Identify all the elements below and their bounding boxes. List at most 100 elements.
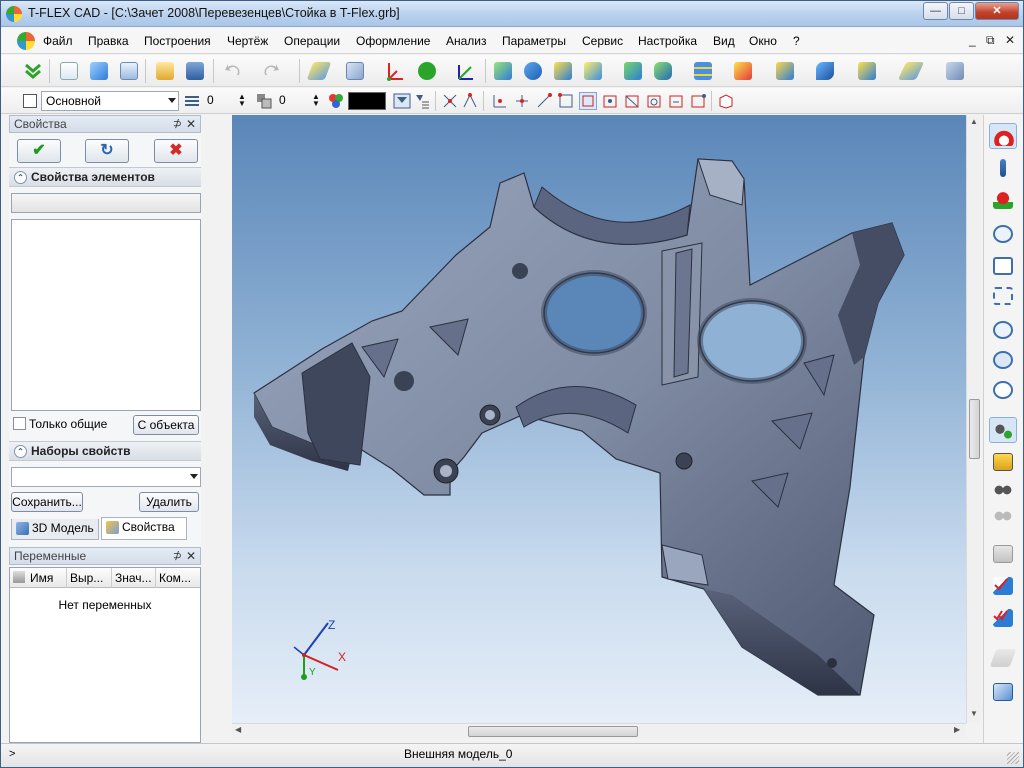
3d-snap-icon[interactable]: [717, 92, 735, 110]
collapse-sets-icon[interactable]: ⌃: [14, 445, 27, 458]
snap-3-icon[interactable]: [491, 92, 509, 110]
minimize-button[interactable]: —: [923, 2, 948, 20]
rotation-icon[interactable]: [521, 59, 545, 83]
scroll-up-icon[interactable]: ▲: [970, 117, 978, 126]
confirm-icon[interactable]: [21, 59, 45, 83]
zoom-3d-icon[interactable]: [989, 477, 1017, 503]
zoom-in-icon[interactable]: [989, 317, 1017, 343]
plane-view-icon[interactable]: [989, 645, 1017, 671]
priority-spinner[interactable]: ▲ ▼: [311, 93, 321, 108]
close-panel-icon[interactable]: ✕: [186, 116, 196, 132]
from-object-button[interactable]: С объекта: [133, 415, 199, 435]
refresh-button[interactable]: ↻: [85, 139, 129, 163]
property-set-combo[interactable]: [11, 467, 201, 487]
col-name[interactable]: Имя: [30, 571, 53, 585]
horizontal-scrollbar[interactable]: ◀ ▶: [232, 723, 966, 738]
new-document-icon[interactable]: [57, 59, 81, 83]
collapse-icon[interactable]: ⌃: [14, 171, 27, 184]
3d-node-icon[interactable]: [343, 59, 367, 83]
magnet-snap-icon[interactable]: [989, 123, 1017, 149]
tflex-logo-icon[interactable]: [6, 6, 22, 22]
array-icon[interactable]: [691, 59, 715, 83]
snap-10-icon[interactable]: [645, 92, 663, 110]
close-variables-icon[interactable]: ✕: [186, 548, 196, 564]
mdi-restore-button[interactable]: ⧉: [986, 33, 995, 48]
new-3d-model-icon[interactable]: [87, 59, 111, 83]
color-swatch[interactable]: [348, 92, 386, 110]
tab-3d-model[interactable]: 3D Модель: [11, 519, 99, 540]
tab-properties[interactable]: Свойства: [101, 517, 187, 540]
zoom-extents-icon[interactable]: [989, 253, 1017, 279]
loft-icon[interactable]: [551, 59, 575, 83]
boolean-icon[interactable]: [621, 59, 645, 83]
priority-field[interactable]: 0: [275, 91, 315, 111]
menu-view[interactable]: Вид: [713, 34, 735, 48]
only-common-checkbox[interactable]: [13, 417, 26, 430]
scroll-left-icon[interactable]: ◀: [235, 725, 241, 734]
element-type-field[interactable]: [11, 193, 201, 213]
element-properties-section[interactable]: ⌃ Свойства элементов: [9, 167, 201, 187]
pin-snap-icon[interactable]: [989, 155, 1017, 181]
sweep-icon[interactable]: [581, 59, 605, 83]
check-boxes-icon[interactable]: [989, 605, 1017, 631]
menu-help[interactable]: ?: [793, 34, 800, 48]
3d-profile-icon[interactable]: [415, 59, 439, 83]
snap-9-icon[interactable]: [623, 92, 641, 110]
cancel-button[interactable]: ✖: [154, 139, 198, 163]
menu-service[interactable]: Сервис: [582, 34, 623, 48]
document-icon[interactable]: [17, 32, 35, 50]
close-button[interactable]: ✕: [975, 2, 1019, 20]
zoom-out-icon[interactable]: [989, 347, 1017, 373]
thicken-icon[interactable]: [773, 59, 797, 83]
snap-5-icon[interactable]: [535, 92, 553, 110]
check-box-icon[interactable]: [989, 573, 1017, 599]
snap-4-icon[interactable]: [513, 92, 531, 110]
snap-12-icon[interactable]: [689, 92, 707, 110]
col-comment[interactable]: Ком...: [159, 571, 191, 585]
extrude-icon[interactable]: [491, 59, 515, 83]
magnet-check-icon[interactable]: [989, 187, 1017, 213]
menu-construct[interactable]: Построения: [144, 34, 211, 48]
vertical-scroll-thumb[interactable]: [969, 399, 980, 459]
variables-table[interactable]: Имя Выр... Знач... Ком... Нет переменных: [9, 567, 201, 743]
vertical-scrollbar[interactable]: ▲ ▼: [966, 115, 981, 723]
menu-edit[interactable]: Правка: [88, 34, 129, 48]
menu-operations[interactable]: Операции: [284, 34, 340, 48]
zoom-previous-icon[interactable]: [989, 377, 1017, 403]
horizontal-scroll-thumb[interactable]: [468, 726, 638, 737]
zoom-fit-icon[interactable]: [989, 283, 1017, 309]
pin-variables-icon[interactable]: ⊅: [173, 548, 182, 564]
copy-view-icon[interactable]: [989, 541, 1017, 567]
select-list-icon[interactable]: [413, 92, 431, 110]
workplane-icon[interactable]: [306, 59, 332, 83]
surface-icon[interactable]: [813, 59, 837, 83]
menu-parameters[interactable]: Параметры: [502, 34, 566, 48]
menu-file[interactable]: Файл: [43, 34, 73, 48]
fillet-icon[interactable]: [651, 59, 675, 83]
command-prompt[interactable]: >: [9, 748, 15, 760]
mdi-minimize-button[interactable]: _: [969, 33, 976, 47]
pin-icon[interactable]: ⊅: [173, 116, 182, 132]
col-expression[interactable]: Выр...: [70, 571, 103, 585]
snap-7-icon[interactable]: [579, 92, 597, 110]
delete-set-button[interactable]: Удалить: [139, 492, 199, 512]
layer-combo[interactable]: Основной: [41, 91, 179, 111]
new-drawing-icon[interactable]: [117, 59, 141, 83]
zoom-window-icon[interactable]: [989, 221, 1017, 247]
shell-icon[interactable]: [731, 59, 755, 83]
pan-icon[interactable]: [989, 449, 1017, 475]
scroll-down-icon[interactable]: ▼: [970, 709, 978, 718]
menu-window[interactable]: Окно: [749, 34, 777, 48]
snap-8-icon[interactable]: [601, 92, 619, 110]
filter-icon[interactable]: [393, 92, 411, 110]
menu-design[interactable]: Оформление: [356, 34, 430, 48]
menu-analysis[interactable]: Анализ: [446, 34, 487, 48]
snap-2-icon[interactable]: [461, 92, 479, 110]
solid-box-icon[interactable]: [855, 59, 879, 83]
snap-11-icon[interactable]: [667, 92, 685, 110]
rotate-3d-icon[interactable]: [989, 503, 1017, 529]
sheet-metal-icon[interactable]: [897, 59, 925, 83]
cube-view-icon[interactable]: [989, 679, 1017, 705]
property-sets-section[interactable]: ⌃ Наборы свойств: [9, 441, 201, 461]
3d-path-icon[interactable]: [455, 59, 479, 83]
